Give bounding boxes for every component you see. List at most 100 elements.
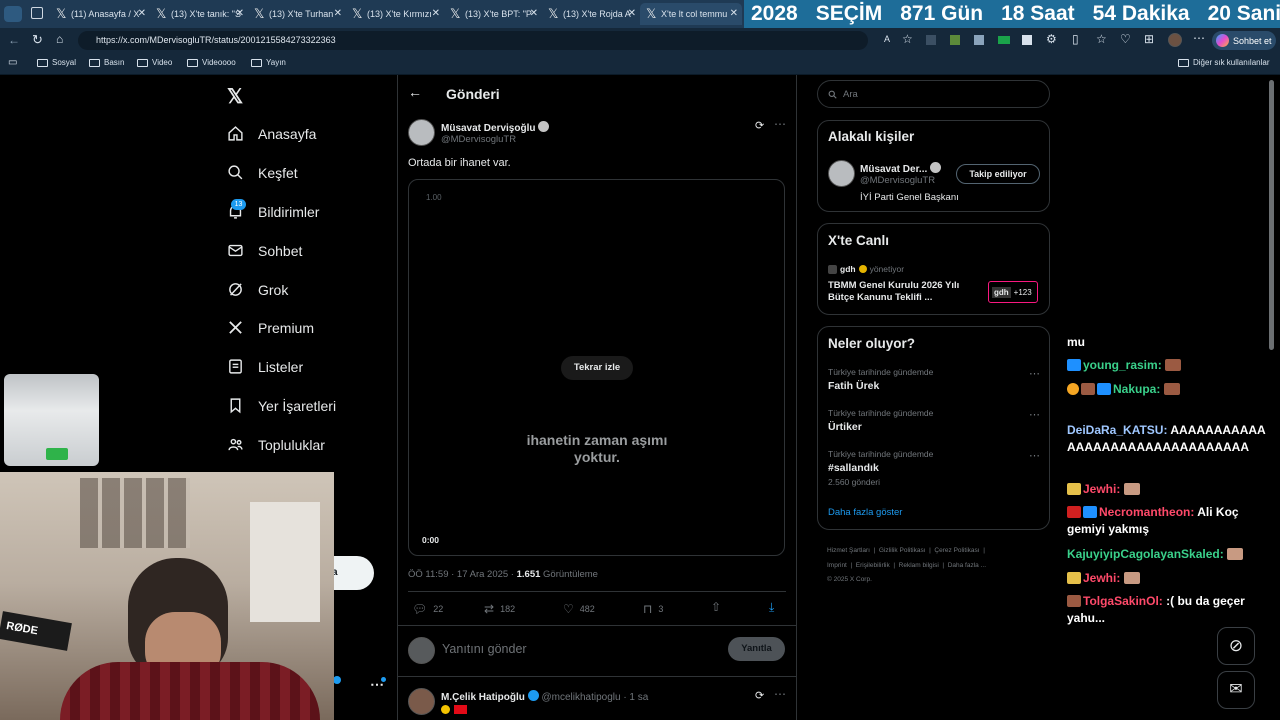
search-box[interactable]: Ara (817, 80, 1050, 108)
more-options-icon[interactable]: ⋯ (1193, 31, 1205, 45)
back-arrow-icon[interactable]: ← (408, 84, 422, 100)
sidebar-toggle-icon[interactable]: ▭ (8, 57, 17, 68)
close-tab-icon[interactable]: ✕ (236, 8, 244, 19)
replay-button[interactable]: Tekrar izle (561, 356, 633, 380)
download-icon[interactable]: ⤓ (769, 600, 774, 615)
trend-item[interactable]: Türkiye tarihinde gündemde #sallandık 2.… (828, 449, 1040, 487)
reply-button[interactable]: Yanıtla (728, 637, 785, 661)
reply-author-name[interactable]: M.Çelik Hatipoğlu (441, 692, 525, 703)
trend-item[interactable]: Türkiye tarihinde gündemde Fatih Ürek ⋯ (828, 367, 1040, 392)
nav-item-home[interactable]: Anasayfa (227, 125, 316, 142)
bookmark-folder[interactable]: Sosyal (37, 58, 76, 67)
home-browser-icon[interactable]: ⌂ (56, 32, 63, 46)
live-host-row[interactable]: gdh yönetiyor (828, 264, 904, 274)
browser-tab[interactable]: 𝕏 (13) X'te Kırmızı ✕ (346, 3, 444, 25)
bookmark-folder[interactable]: Video (137, 58, 172, 67)
copilot-button[interactable]: Sohbet et (1212, 31, 1276, 50)
trend-more-icon[interactable]: ⋯ (1029, 367, 1040, 380)
reply-author-row[interactable]: M.Çelik Hatipoğlu @mcelikhatipoglu · 1 s… (441, 690, 648, 703)
read-aloud-icon[interactable]: A (884, 34, 890, 44)
reply-input[interactable]: Yanıtını gönder (442, 642, 527, 656)
reply-author-handle[interactable]: @mcelikhatipoglu (541, 692, 620, 703)
favorite-star-icon[interactable]: ☆ (902, 32, 913, 46)
live-topic[interactable]: TBMM Genel Kurulu 2026 Yılı Bütçe Kanunu… (828, 280, 978, 304)
close-tab-icon[interactable]: ✕ (530, 8, 538, 19)
bookmark-folder[interactable]: Basın (89, 58, 124, 67)
close-tab-icon[interactable]: ✕ (628, 8, 636, 19)
reply-more-icon[interactable]: ⋯ (774, 687, 786, 701)
author-name[interactable]: Müsavat Dervişoğlu (441, 123, 535, 134)
reply-author-avatar[interactable] (408, 688, 435, 715)
profile-avatar[interactable] (1168, 33, 1182, 47)
extension-icon[interactable] (950, 35, 960, 45)
grok-explain-icon[interactable]: ⟳ (755, 119, 764, 132)
nav-item-communities[interactable]: Topluluklar (227, 436, 325, 453)
reload-icon[interactable]: ↻ (32, 32, 43, 48)
nav-item-explore[interactable]: Keşfet (227, 164, 298, 181)
related-name-row[interactable]: Müsavat Der... (860, 162, 942, 175)
browser-tab-active[interactable]: 𝕏 X'te lt col temmu ✕ (640, 3, 742, 25)
author-avatar[interactable] (408, 119, 435, 146)
browser-tab[interactable]: 𝕏 (13) X'te Turhan ✕ (248, 3, 346, 25)
page-scrollbar[interactable] (1269, 80, 1274, 350)
close-tab-icon[interactable]: ✕ (138, 8, 146, 19)
nav-item-chat[interactable]: Sohbet (227, 242, 302, 259)
address-bar[interactable]: https://x.com/MDervisogluTR/status/20012… (78, 31, 868, 50)
extension-icon[interactable] (926, 35, 936, 45)
post-timestamp[interactable]: ÖÖ 11:59 · 17 Ara 2025 · (408, 569, 517, 580)
browser-tab[interactable]: 𝕏 (11) Anasayfa / X ✕ (50, 3, 150, 25)
footer-link[interactable]: Daha fazla ... (948, 562, 986, 569)
footer-link[interactable]: Çerez Politikası (934, 547, 979, 554)
close-tab-icon[interactable]: ✕ (432, 8, 440, 19)
workspaces-icon[interactable] (31, 7, 43, 19)
footer-link[interactable]: Gizlilik Politikası (879, 547, 926, 554)
footer-link[interactable]: Erişilebilirlik (856, 562, 890, 569)
footer-link[interactable]: Hizmet Şartları (827, 547, 870, 554)
x-logo-icon[interactable]: 𝕏 (227, 84, 243, 109)
nav-item-grok[interactable]: Grok (227, 281, 288, 298)
live-listeners-badge[interactable]: gdh +123 (988, 281, 1038, 303)
extensions-puzzle-icon[interactable]: ⚙ (1046, 32, 1057, 46)
collections-icon[interactable]: ⊞ (1144, 32, 1154, 46)
footer-link[interactable]: Imprint (827, 562, 847, 569)
grok-float-button[interactable]: ⊘ (1217, 627, 1255, 665)
footer-link[interactable]: Reklam bilgisi (899, 562, 939, 569)
repost-action[interactable]: ⇄ 182 (484, 602, 515, 616)
related-avatar[interactable] (828, 160, 855, 187)
extension-icon[interactable] (1022, 35, 1032, 45)
tab-menu-button[interactable] (4, 6, 22, 22)
browser-tab[interactable]: 𝕏 (13) X'te BPT: "P ✕ (444, 3, 542, 25)
post-more-icon[interactable]: ⋯ (774, 117, 786, 131)
nav-item-lists[interactable]: Listeler (227, 358, 303, 375)
trend-more-icon[interactable]: ⋯ (1029, 449, 1040, 462)
nav-item-bookmarks[interactable]: Yer İşaretleri (227, 397, 336, 414)
other-bookmarks-folder[interactable]: Diğer sık kullanılanlar (1178, 58, 1269, 67)
close-tab-icon[interactable]: ✕ (730, 8, 738, 19)
extension-icon[interactable] (974, 35, 984, 45)
messages-float-button[interactable]: ✉ (1217, 671, 1255, 709)
favorites-icon[interactable]: ☆ (1096, 32, 1107, 46)
browser-tab[interactable]: 𝕏 (13) X'te tanık: "S ✕ (150, 3, 248, 25)
bookmark-folder[interactable]: Videoooo (187, 58, 236, 67)
bookmark-folder[interactable]: Yayın (251, 58, 286, 67)
like-action[interactable]: ♡ 482 (563, 602, 595, 616)
show-more-link[interactable]: Daha fazla göster (828, 507, 902, 518)
reply-grok-icon[interactable]: ⟳ (755, 689, 764, 702)
trend-item[interactable]: Türkiye tarihinde gündemde Ürtiker ⋯ (828, 408, 1040, 433)
browser-essentials-icon[interactable]: ♡ (1120, 32, 1131, 46)
related-handle[interactable]: @MDervisogluTR (860, 175, 935, 186)
author-name-row[interactable]: Müsavat Dervişoğlu (441, 121, 550, 134)
following-button[interactable]: Takip ediliyor (956, 164, 1040, 184)
back-icon[interactable]: ← (8, 33, 20, 47)
browser-tab[interactable]: 𝕏 (13) X'te Rojda A ✕ (542, 3, 640, 25)
split-screen-icon[interactable]: ▯ (1072, 32, 1079, 46)
trend-more-icon[interactable]: ⋯ (1029, 408, 1040, 421)
reply-action[interactable]: 💬︎ 22 (412, 602, 443, 616)
close-tab-icon[interactable]: ✕ (334, 8, 342, 19)
nav-item-premium[interactable]: Premium (227, 319, 314, 336)
bookmark-action[interactable]: ⊓ 3 (643, 602, 663, 616)
video-player[interactable]: 1.00 Tekrar izle ihanetin zaman aşımı yo… (408, 179, 785, 556)
author-handle[interactable]: @MDervisogluTR (441, 134, 516, 145)
share-icon[interactable]: ⇧ (711, 600, 721, 614)
extension-icon[interactable] (998, 36, 1010, 44)
